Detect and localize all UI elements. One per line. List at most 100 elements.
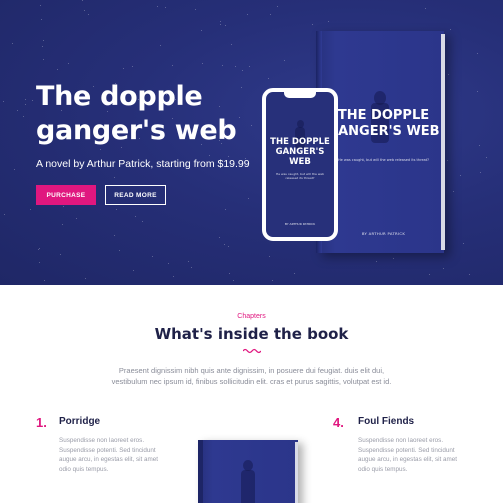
hero-texture-speck: [25, 99, 26, 100]
hero-texture-speck: [135, 216, 136, 217]
hero-texture-speck: [328, 21, 329, 22]
hero-texture-speck: [14, 169, 15, 170]
hero-texture-speck: [443, 268, 444, 269]
hero-texture-speck: [249, 66, 250, 67]
hero-texture-speck: [376, 261, 377, 262]
hero-texture-speck: [294, 273, 295, 274]
hero-texture-speck: [188, 261, 189, 262]
purchase-button[interactable]: PURCHASE: [36, 185, 96, 205]
hero-texture-speck: [191, 267, 192, 268]
hero-texture-speck: [248, 198, 249, 199]
hero-texture-speck: [63, 206, 64, 207]
hero-texture-speck: [463, 243, 464, 244]
phone-cover-tagline: He was caught, but will the web released…: [275, 172, 325, 180]
hero-texture-speck: [123, 68, 124, 69]
hero-texture-speck: [82, 0, 83, 1]
section-description: Praesent dignissim nibh quis ante dignis…: [111, 366, 392, 386]
hero-texture-speck: [247, 14, 248, 15]
hero-texture-speck: [201, 30, 202, 31]
hero-texture-speck: [38, 249, 39, 250]
hero-texture-speck: [84, 10, 85, 11]
hero-texture-speck: [133, 270, 134, 271]
chapter-number: 4.: [333, 415, 344, 430]
hero-texture-speck: [160, 45, 161, 46]
chapter-number: 1.: [36, 415, 47, 430]
hero-texture-speck: [477, 53, 478, 54]
hero-texture-speck: [202, 63, 203, 64]
hero-texture-speck: [42, 46, 43, 47]
hero-texture-speck: [219, 237, 220, 238]
book-silhouette-body: [241, 470, 255, 503]
hero-texture-speck: [100, 149, 101, 150]
hero-texture-speck: [486, 157, 487, 158]
book-pages: [441, 34, 445, 250]
hero-texture-speck: [272, 280, 273, 281]
hero-texture-speck: [225, 209, 226, 210]
hero-texture-speck: [85, 278, 86, 279]
hero-texture-speck: [3, 101, 4, 102]
hero-subtitle: A novel by Arthur Patrick, starting from…: [36, 158, 250, 170]
book-pages: [295, 442, 298, 503]
hero-texture-speck: [220, 24, 221, 25]
hero-texture-speck: [44, 280, 45, 281]
hero-texture-speck: [4, 214, 5, 215]
hero-title: The dopple ganger's web: [36, 81, 237, 146]
phone-cover-author: BY ARTHUR PATRICK: [284, 222, 316, 226]
section-title: What's inside the book: [154, 325, 349, 343]
hero-texture-speck: [43, 40, 44, 41]
hero-texture-speck: [30, 209, 31, 210]
hero-texture-speck: [450, 29, 451, 30]
chapters-label: Chapters: [237, 313, 266, 320]
chapter-title: Foul Fiends: [358, 416, 415, 427]
hero-texture-speck: [152, 256, 153, 257]
hero-texture-speck: [172, 65, 173, 66]
hero-texture-speck: [116, 209, 117, 210]
hero-texture-speck: [233, 280, 234, 281]
book-cover-tagline: He was caught, but will the web released…: [337, 158, 430, 162]
hero-texture-speck: [157, 6, 158, 7]
hero-texture-speck: [88, 14, 89, 15]
book-cover-author: BY ARTHUR PATRICK: [361, 231, 406, 236]
hero-texture-speck: [469, 274, 470, 275]
hero-texture-speck: [277, 6, 278, 7]
chapter-text: Suspendisse non laoreet eros. Suspendiss…: [59, 437, 159, 473]
hero-texture-speck: [60, 254, 61, 255]
hero-texture-speck: [23, 116, 24, 117]
hero-texture-speck: [460, 175, 461, 176]
hero-texture-speck: [448, 74, 449, 75]
hero-section: The dopple ganger's web A novel by Arthu…: [0, 0, 503, 285]
hero-texture-speck: [168, 263, 169, 264]
hero-texture-speck: [268, 78, 269, 79]
hero-texture-speck: [114, 177, 115, 178]
hero-texture-speck: [425, 8, 426, 9]
phone-cover-title: THE DOPPLE GANGER'S WEB: [270, 137, 330, 167]
wave-divider-icon: [243, 348, 261, 354]
hero-texture-speck: [76, 218, 77, 219]
hero-texture-speck: [480, 172, 481, 173]
hero-texture-speck: [228, 156, 229, 157]
phone-mockup: THE DOPPLE GANGER'S WEB He was caught, b…: [262, 88, 338, 241]
hero-texture-speck: [225, 25, 226, 26]
hero-texture-speck: [195, 9, 196, 10]
hero-texture-speck: [132, 66, 133, 67]
hero-texture-speck: [270, 14, 271, 15]
hero-texture-speck: [209, 155, 210, 156]
hero-texture-speck: [17, 110, 18, 111]
hero-texture-speck: [40, 5, 41, 6]
hero-texture-speck: [114, 235, 115, 236]
hero-texture-speck: [32, 100, 33, 101]
hero-texture-speck: [229, 273, 230, 274]
hero-texture-speck: [235, 66, 236, 67]
hero-texture-speck: [39, 262, 40, 263]
read-more-button[interactable]: READ MORE: [105, 185, 166, 205]
hero-texture-speck: [228, 246, 229, 247]
book-cover-title: THE DOPPLE GANGER'S WEB: [327, 108, 440, 139]
hero-texture-speck: [393, 258, 394, 259]
hero-texture-speck: [231, 44, 232, 45]
hero-texture-speck: [222, 65, 223, 66]
book-spine: [198, 440, 203, 503]
hero-texture-speck: [453, 191, 454, 192]
hero-texture-speck: [429, 274, 430, 275]
hero-texture-speck: [25, 104, 26, 105]
hero-texture-speck: [220, 21, 221, 22]
